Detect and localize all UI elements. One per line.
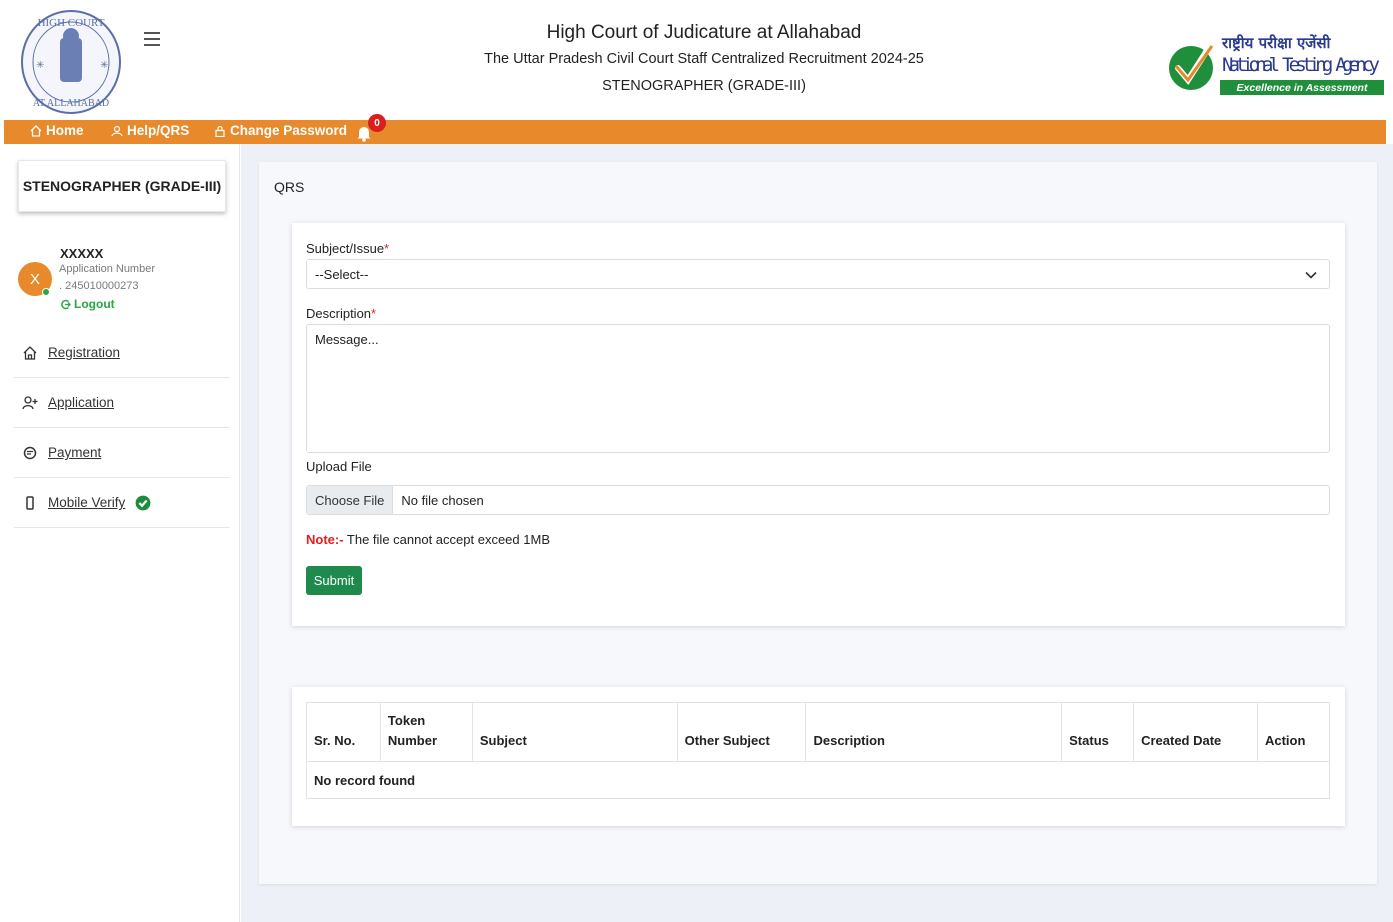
column-header: Token Number (379, 702, 473, 762)
subject-select-value: --Select-- (315, 266, 369, 282)
payment-icon (23, 446, 37, 459)
svg-text:✳: ✳ (36, 60, 44, 71)
subject-select[interactable]: --Select-- (306, 259, 1330, 289)
sidebar-item-payment[interactable]: Payment (14, 428, 230, 478)
choose-file-button[interactable]: Choose File (307, 486, 394, 514)
note-label: Note:- (306, 532, 344, 547)
nav-change-password-label: Change Password (230, 123, 348, 138)
column-header: Created Date (1133, 702, 1258, 762)
column-header: Status (1061, 702, 1135, 762)
sidebar-item-registration[interactable]: Registration (14, 328, 230, 378)
empty-table-message: No record found (306, 761, 1330, 799)
sidebar-item-application[interactable]: Application (14, 378, 230, 428)
user-name: XXXXX (60, 246, 104, 261)
column-header: Sr. No. (306, 702, 381, 762)
svg-text:✳: ✳ (100, 60, 108, 71)
page-header: HIGH COURT AT ALLAHABAD ✳ ✳ High Court o… (4, 4, 1386, 120)
submit-button[interactable]: Submit (306, 566, 362, 595)
home-icon (23, 345, 37, 360)
svg-text:HIGH COURT: HIGH COURT (38, 17, 105, 29)
high-court-logo: HIGH COURT AT ALLAHABAD ✳ ✳ (21, 10, 121, 114)
nav-home-label: Home (46, 123, 84, 138)
section-title: QRS (274, 179, 305, 195)
svg-text:National Testing Agency: National Testing Agency (1222, 54, 1380, 76)
user-icon (111, 125, 123, 136)
verified-check-icon (135, 495, 151, 510)
page-subtitle: The Uttar Pradesh Civil Court Staff Cent… (484, 51, 924, 67)
application-number: . 245010000273 (59, 280, 139, 292)
column-header: Other Subject (676, 702, 807, 762)
description-textarea[interactable]: Message... (306, 324, 1330, 453)
top-navbar: Home Help/QRS Change Password (4, 120, 1386, 144)
home-icon (30, 124, 42, 137)
column-header: Subject (471, 702, 678, 762)
file-upload-input[interactable]: Choose File No file chosen (306, 485, 1330, 515)
sidebar-item-label: Application (48, 395, 115, 410)
user-plus-icon (22, 395, 38, 409)
upload-file-label: Upload File (306, 459, 372, 474)
column-header: Action (1256, 702, 1331, 762)
sidebar-item-label: Mobile Verify (48, 495, 126, 510)
sidebar-post-card: STENOGRAPHER (GRADE-III) (18, 160, 226, 212)
nav-change-password[interactable]: Change Password (214, 123, 347, 138)
logout-label: Logout (74, 297, 115, 311)
post-title: STENOGRAPHER (GRADE-III) (602, 78, 806, 94)
nta-logo: राष्ट्रीय परीक्षा एजेंसी National Testin… (1169, 34, 1384, 95)
sidebar-item-label: Payment (48, 445, 102, 460)
chevron-down-icon (1305, 271, 1317, 279)
lock-icon (215, 125, 225, 137)
file-size-note: Note:- The file cannot accept exceed 1MB (306, 532, 550, 547)
svg-text:राष्ट्रीय परीक्षा एजेंसी: राष्ट्रीय परीक्षा एजेंसी (1221, 34, 1332, 52)
hamburger-menu-icon[interactable] (144, 32, 164, 48)
note-text: The file cannot accept exceed 1MB (343, 532, 550, 547)
column-header: Description (805, 702, 1063, 762)
qrs-table: Sr. No. Token Number Subject Other Subje… (306, 702, 1331, 799)
mobile-icon (26, 495, 34, 510)
online-status-dot (42, 288, 50, 296)
table-row: No record found (306, 761, 1330, 799)
subject-label: Subject/Issue* (306, 241, 390, 256)
sidebar: STENOGRAPHER (GRADE-III) X XXXXX Applica… (4, 144, 240, 922)
notification-badge: 0 (368, 114, 386, 132)
logout-icon (61, 299, 71, 309)
application-number-label: Application Number (59, 263, 155, 275)
file-status-text: No file chosen (401, 492, 484, 508)
description-label: Description* (306, 306, 377, 321)
table-header-row: Sr. No. Token Number Subject Other Subje… (306, 702, 1331, 762)
nav-home[interactable]: Home (30, 123, 84, 138)
svg-text:AT ALLAHABAD: AT ALLAHABAD (33, 98, 109, 109)
svg-text:Excellence in Assessment: Excellence in Assessment (1237, 82, 1368, 94)
nav-help-qrs[interactable]: Help/QRS (111, 123, 189, 138)
sidebar-item-label: Registration (48, 345, 121, 360)
page-title: High Court of Judicature at Allahabad (546, 22, 862, 43)
sidebar-item-mobile-verify[interactable]: Mobile Verify (14, 478, 230, 528)
nav-help-label: Help/QRS (127, 123, 190, 138)
logout-link[interactable]: Logout (60, 297, 115, 311)
header-title-block: High Court of Judicature at Allahabad Th… (404, 20, 1004, 100)
